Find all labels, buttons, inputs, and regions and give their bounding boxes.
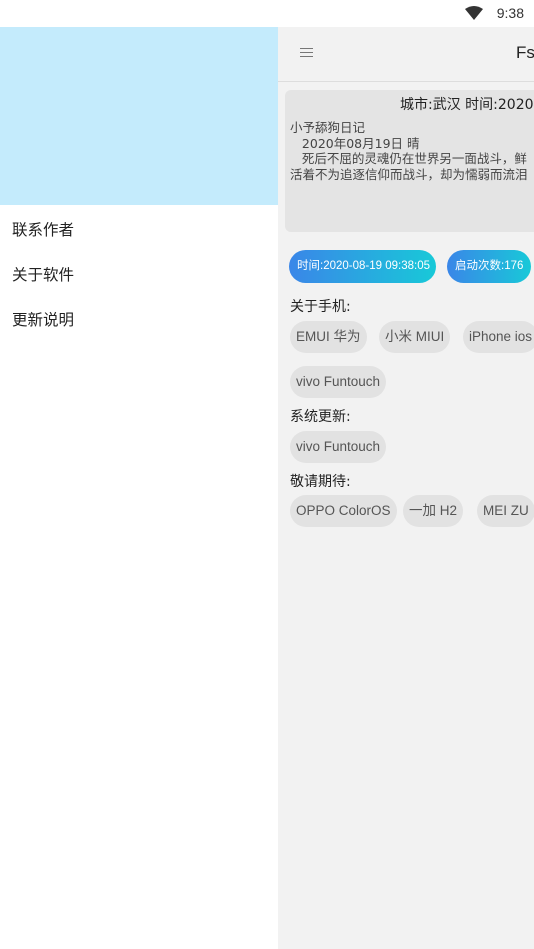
chip-emui[interactable]: EMUI 华为 — [290, 321, 367, 353]
time-pill[interactable]: 时间:2020-08-19 09:38:05 — [289, 250, 436, 283]
city-time-header: 城市:武汉 时间:2020.0 — [400, 97, 534, 113]
about-phone-label: 关于手机: — [290, 299, 351, 315]
diary-text: 小予舔狗日记 2020年08月19日 晴 死后不屈的灵魂仍在世界另一面战斗，鲜活… — [290, 120, 528, 182]
navigation-drawer: 联系作者 关于软件 更新说明 — [0, 27, 278, 949]
chip-oppo[interactable]: OPPO ColorOS — [290, 495, 397, 527]
chip-miui[interactable]: 小米 MIUI — [379, 321, 451, 353]
diary-line: 活着不为追逐信仰而战斗，却为懦弱而流泪 — [290, 166, 528, 182]
chip-vivo-update[interactable]: vivo Funtouch — [290, 431, 387, 463]
diary-date: 2020年08月19日 晴 — [290, 135, 420, 151]
diary-line: 死后不屈的灵魂仍在世界另一面战斗，鲜 — [290, 151, 527, 166]
app-title: Fs — [516, 43, 534, 62]
system-update-label: 系统更新: — [290, 409, 351, 425]
drawer-header — [0, 27, 278, 205]
main-content: Fs 城市:武汉 时间:2020.0 小予舔狗日记 2020年08月19日 晴 … — [278, 27, 534, 949]
diary-title: 小予舔狗日记 — [290, 120, 366, 135]
wifi-icon — [465, 6, 483, 20]
diary-card: 城市:武汉 时间:2020.0 小予舔狗日记 2020年08月19日 晴 死后不… — [285, 90, 534, 232]
status-time: 9:38 — [496, 5, 524, 21]
chip-oneplus[interactable]: 一加 H2 — [403, 495, 464, 527]
drawer-item-contact-author[interactable]: 联系作者 — [12, 218, 74, 240]
menu-icon[interactable] — [300, 48, 314, 58]
drawer-item-update-notes[interactable]: 更新说明 — [12, 308, 74, 330]
chip-meizu[interactable]: MEI ZU — [477, 495, 534, 527]
launch-count-pill[interactable]: 启动次数:176 — [447, 250, 531, 283]
chip-vivo[interactable]: vivo Funtouch — [290, 366, 387, 398]
app-bar: Fs — [278, 27, 534, 82]
status-bar: 9:38 — [0, 0, 534, 27]
chip-ios[interactable]: iPhone ios — [463, 321, 534, 353]
coming-soon-label: 敬请期待: — [290, 474, 351, 490]
drawer-item-about-software[interactable]: 关于软件 — [12, 263, 74, 285]
